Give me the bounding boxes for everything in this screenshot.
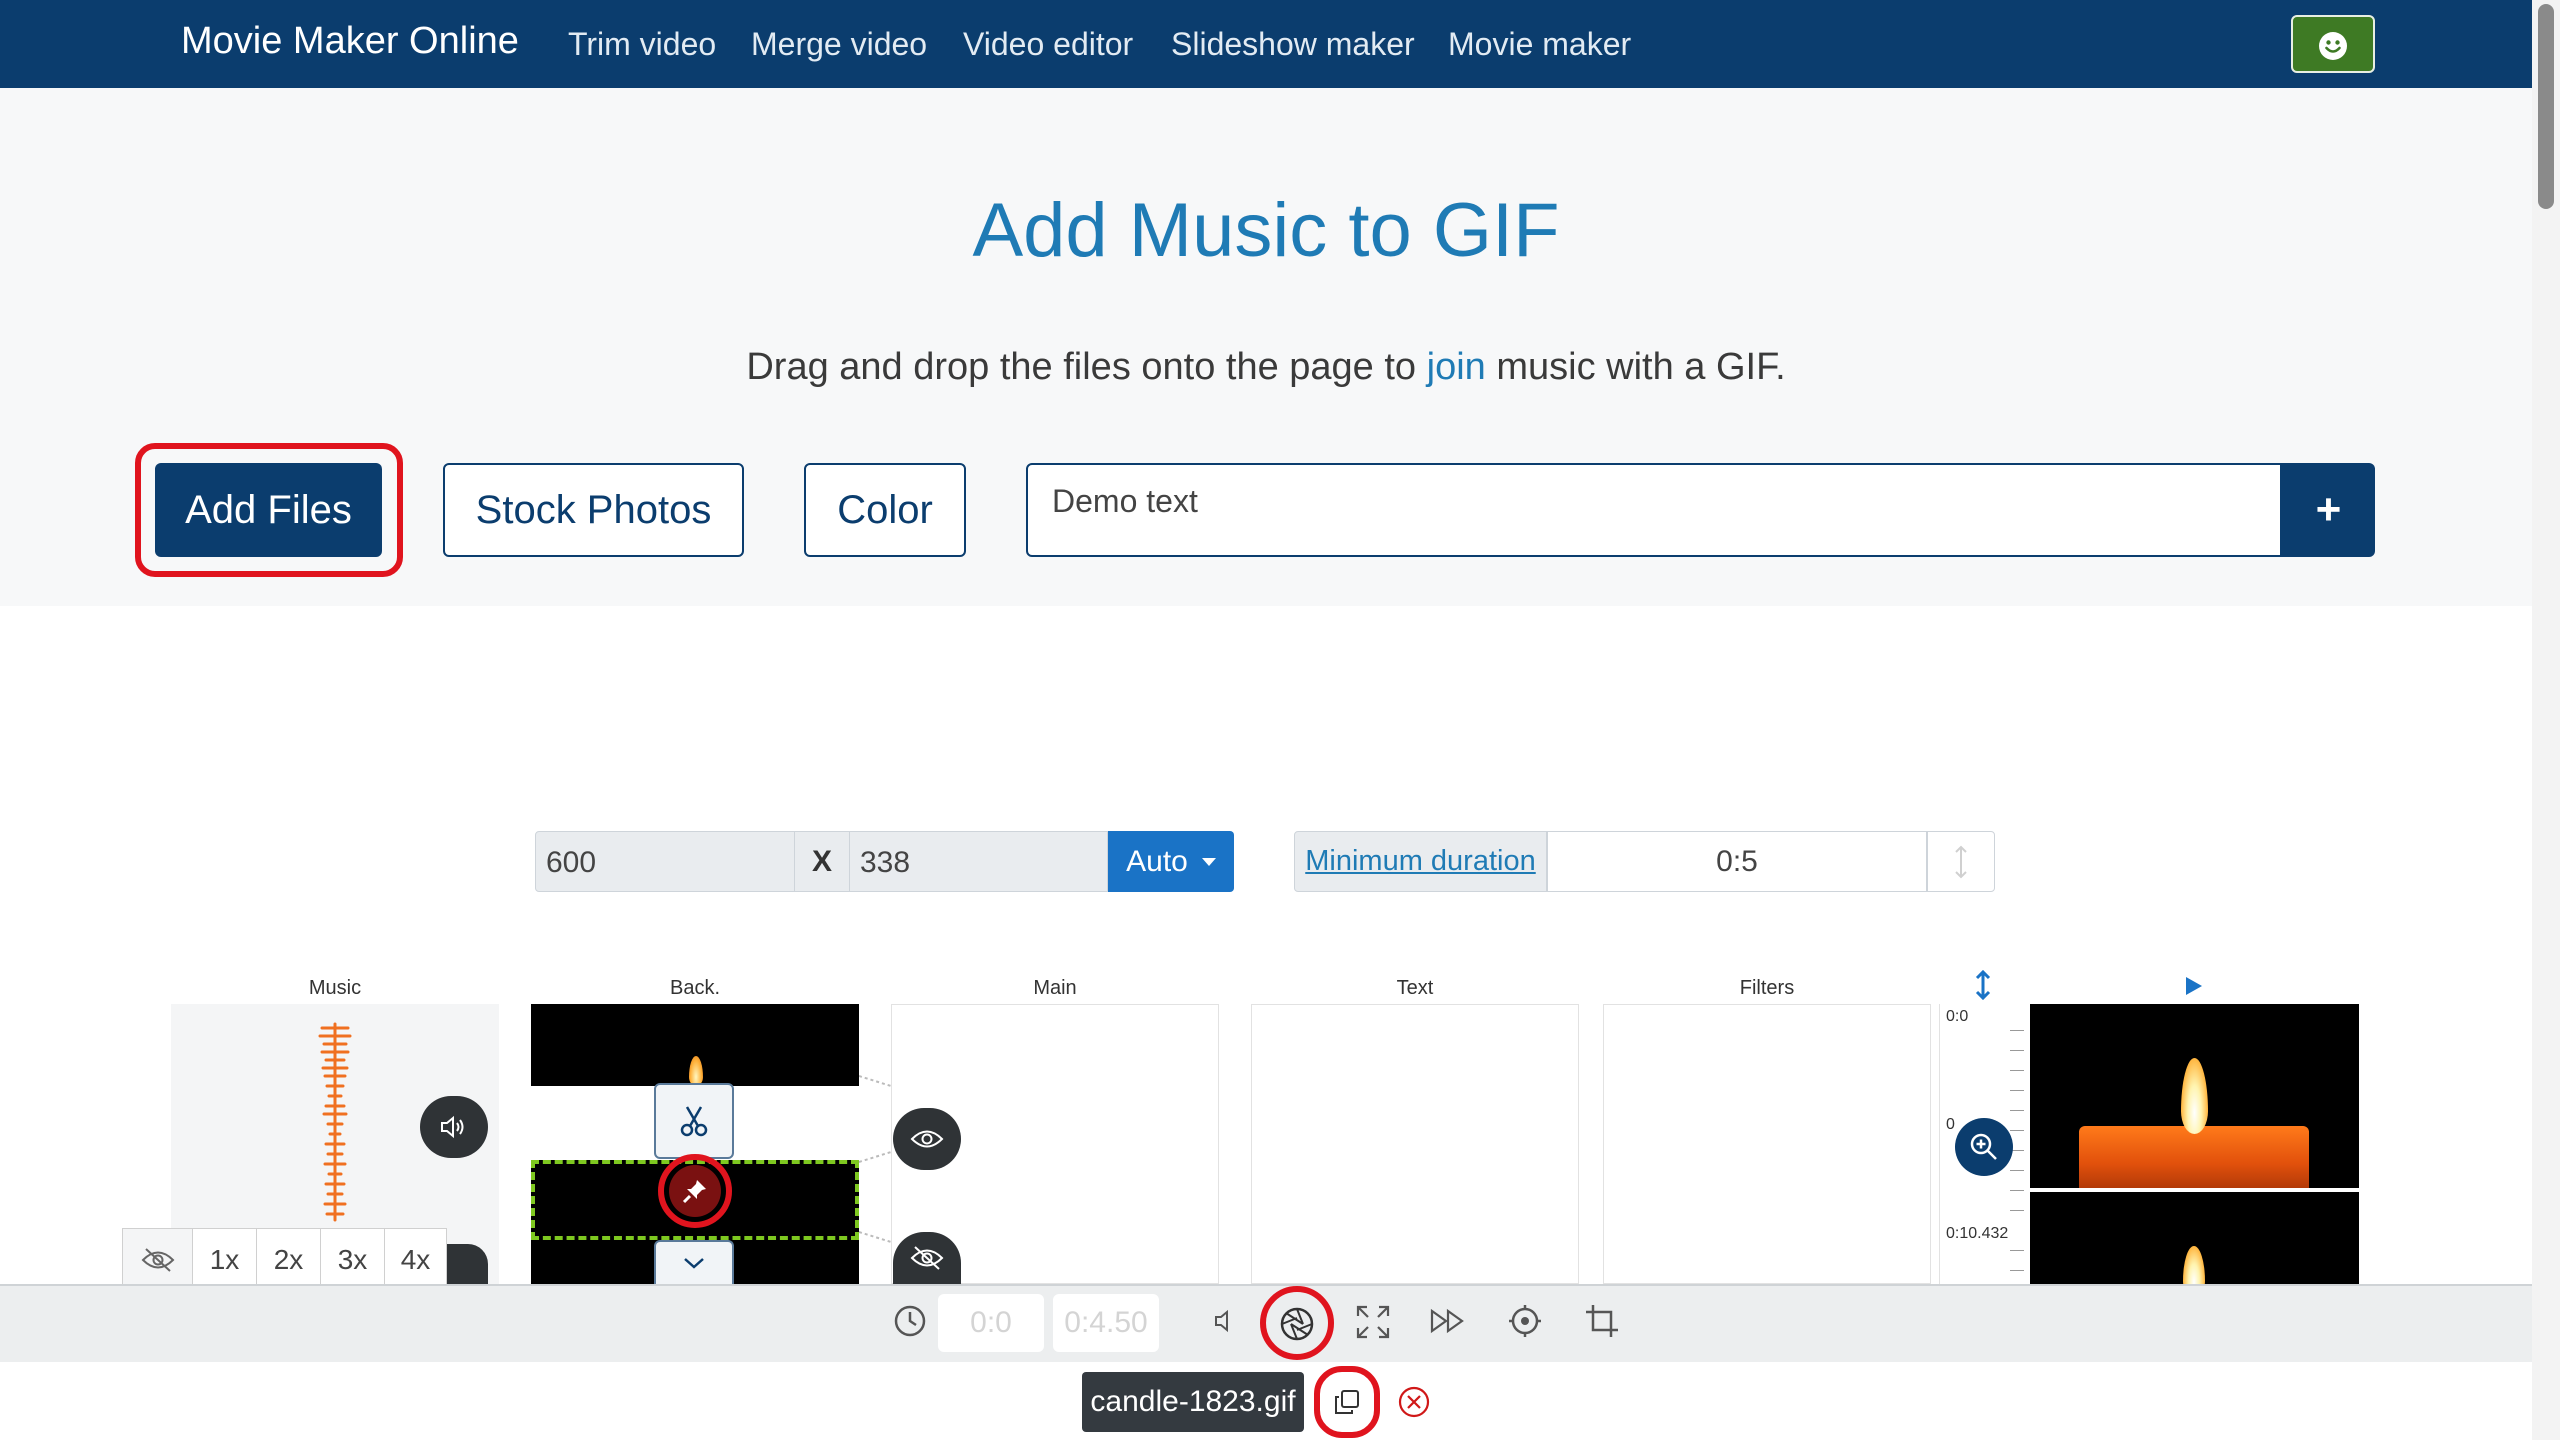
speed-selector: 1x 2x 3x 4x [122, 1228, 447, 1292]
connector-line-2 [859, 1151, 891, 1163]
size-mode-dropdown[interactable]: Auto [1108, 831, 1234, 892]
resize-timeline-icon[interactable] [1973, 970, 1993, 1000]
music-volume-button[interactable] [420, 1096, 488, 1158]
eye-icon [910, 1130, 944, 1148]
current-time-field[interactable]: 0:0 [938, 1294, 1044, 1352]
column-label-filters: Filters [1739, 977, 1795, 999]
nav-slideshow-maker[interactable]: Slideshow maker [1171, 26, 1415, 63]
speed-3x-button[interactable]: 3x [321, 1229, 385, 1291]
text-input[interactable]: Demo text [1026, 463, 2282, 557]
visibility-toggle-button[interactable] [893, 1108, 961, 1170]
page-subtitle: Drag and drop the files onto the page to… [0, 346, 2532, 389]
clock-icon[interactable] [893, 1304, 927, 1338]
background-clip-frame[interactable] [531, 1004, 859, 1086]
ruler-tick [2010, 1110, 2024, 1111]
zoom-in-button[interactable] [1955, 1118, 2013, 1176]
ruler-start-label: 0:0 [1946, 1008, 1969, 1025]
duplicate-file-button[interactable] [1314, 1366, 1380, 1438]
cut-clip-button[interactable] [654, 1083, 734, 1159]
duration-stepper[interactable] [1927, 831, 1995, 892]
crop-icon[interactable] [1585, 1304, 1619, 1338]
speed-4x-button[interactable]: 4x [385, 1229, 446, 1291]
subtitle-text-after: music with a GIF. [1485, 346, 1786, 388]
chevron-down-icon [684, 1258, 704, 1269]
ruler-tick [2010, 1090, 2024, 1091]
play-icon[interactable] [2184, 975, 2204, 997]
speed-2x-button[interactable]: 2x [257, 1229, 321, 1291]
ruler-tick [2010, 1190, 2024, 1191]
join-link[interactable]: join [1427, 346, 1486, 388]
scissors-icon [680, 1106, 708, 1137]
add-text-button[interactable]: + [2282, 463, 2375, 557]
resize-vertical-icon [1955, 845, 1967, 878]
scrollbar-thumb[interactable] [2538, 4, 2554, 209]
add-files-button[interactable]: Add Files [155, 463, 382, 557]
fullscreen-icon[interactable] [1355, 1304, 1391, 1340]
hide-speed-button[interactable] [123, 1229, 193, 1291]
filters-track[interactable] [1603, 1004, 1931, 1284]
page-title: Add Music to GIF [972, 188, 1560, 273]
target-icon[interactable] [1508, 1304, 1542, 1338]
aperture-icon[interactable] [1279, 1306, 1315, 1342]
nav-trim-video[interactable]: Trim video [568, 26, 716, 63]
stock-photos-button[interactable]: Stock Photos [443, 463, 744, 557]
connector-line [859, 1075, 891, 1087]
column-label-back: Back. [669, 977, 721, 999]
ruler-tick [2010, 1270, 2024, 1271]
candle-flame [689, 1056, 703, 1086]
nav-merge-video[interactable]: Merge video [751, 26, 927, 63]
page-scrollbar[interactable] [2532, 0, 2560, 1440]
column-label-music: Music [308, 977, 362, 999]
ruler-tick [2010, 1070, 2024, 1071]
text-track[interactable] [1251, 1004, 1579, 1284]
candle-flame-large [2181, 1058, 2208, 1134]
minimum-duration-link[interactable]: Minimum duration [1294, 831, 1547, 892]
user-menu-button[interactable] [2291, 15, 2375, 73]
copy-icon [1335, 1390, 1359, 1414]
mute-icon[interactable] [1212, 1304, 1234, 1338]
video-preview-frame[interactable] [2030, 1004, 2359, 1188]
pushpin-icon [682, 1180, 706, 1204]
smiley-icon [2319, 32, 2347, 60]
zoom-in-icon [1970, 1133, 1997, 1160]
audio-waveform [318, 1022, 352, 1222]
size-separator: X [795, 831, 849, 892]
video-preview-frame-2[interactable] [2030, 1192, 2359, 1284]
ruler-tick [2010, 1050, 2024, 1051]
brand-link[interactable]: Movie Maker Online [181, 20, 519, 63]
ruler-tick [2010, 1250, 2024, 1251]
top-navbar: Movie Maker Online Trim video Merge vide… [0, 0, 2532, 88]
column-label-text: Text [1396, 977, 1434, 999]
fast-forward-icon[interactable] [1429, 1304, 1467, 1338]
file-name-chip[interactable]: candle-1823.gif [1082, 1372, 1304, 1432]
width-input[interactable]: 600 [535, 831, 795, 892]
ruler-tick [2010, 1210, 2024, 1211]
volume-icon [441, 1115, 464, 1139]
pin-clip-button[interactable] [658, 1154, 732, 1228]
ruler-end-label: 0:10.432 [1946, 1225, 2009, 1242]
height-input[interactable]: 338 [849, 831, 1108, 892]
ruler-mid-label: 0 [1946, 1116, 1955, 1133]
nav-movie-maker[interactable]: Movie maker [1448, 26, 1631, 63]
remove-file-icon[interactable] [1398, 1386, 1430, 1418]
duration-input[interactable]: 0:5 [1547, 831, 1927, 892]
caret-down-icon [1201, 857, 1216, 866]
color-button[interactable]: Color [804, 463, 966, 557]
ruler-tick [2010, 1030, 2024, 1031]
candle-image [2079, 1126, 2309, 1188]
eye-off-icon [141, 1248, 174, 1272]
ruler-tick [2010, 1170, 2024, 1171]
visibility-hidden-button[interactable] [893, 1232, 961, 1284]
eye-off-icon [910, 1246, 944, 1270]
column-label-main: Main [1033, 977, 1077, 999]
candle-flame-large-2 [2183, 1246, 2205, 1284]
connector-line-3 [859, 1231, 891, 1243]
expand-clip-button[interactable] [654, 1240, 734, 1284]
size-mode-label: Auto [1126, 844, 1188, 878]
end-time-field[interactable]: 0:4.50 [1053, 1294, 1159, 1352]
speed-1x-button[interactable]: 1x [193, 1229, 257, 1291]
nav-video-editor[interactable]: Video editor [963, 26, 1133, 63]
subtitle-text-before: Drag and drop the files onto the page to [746, 346, 1427, 388]
ruler-tick [2010, 1130, 2024, 1131]
